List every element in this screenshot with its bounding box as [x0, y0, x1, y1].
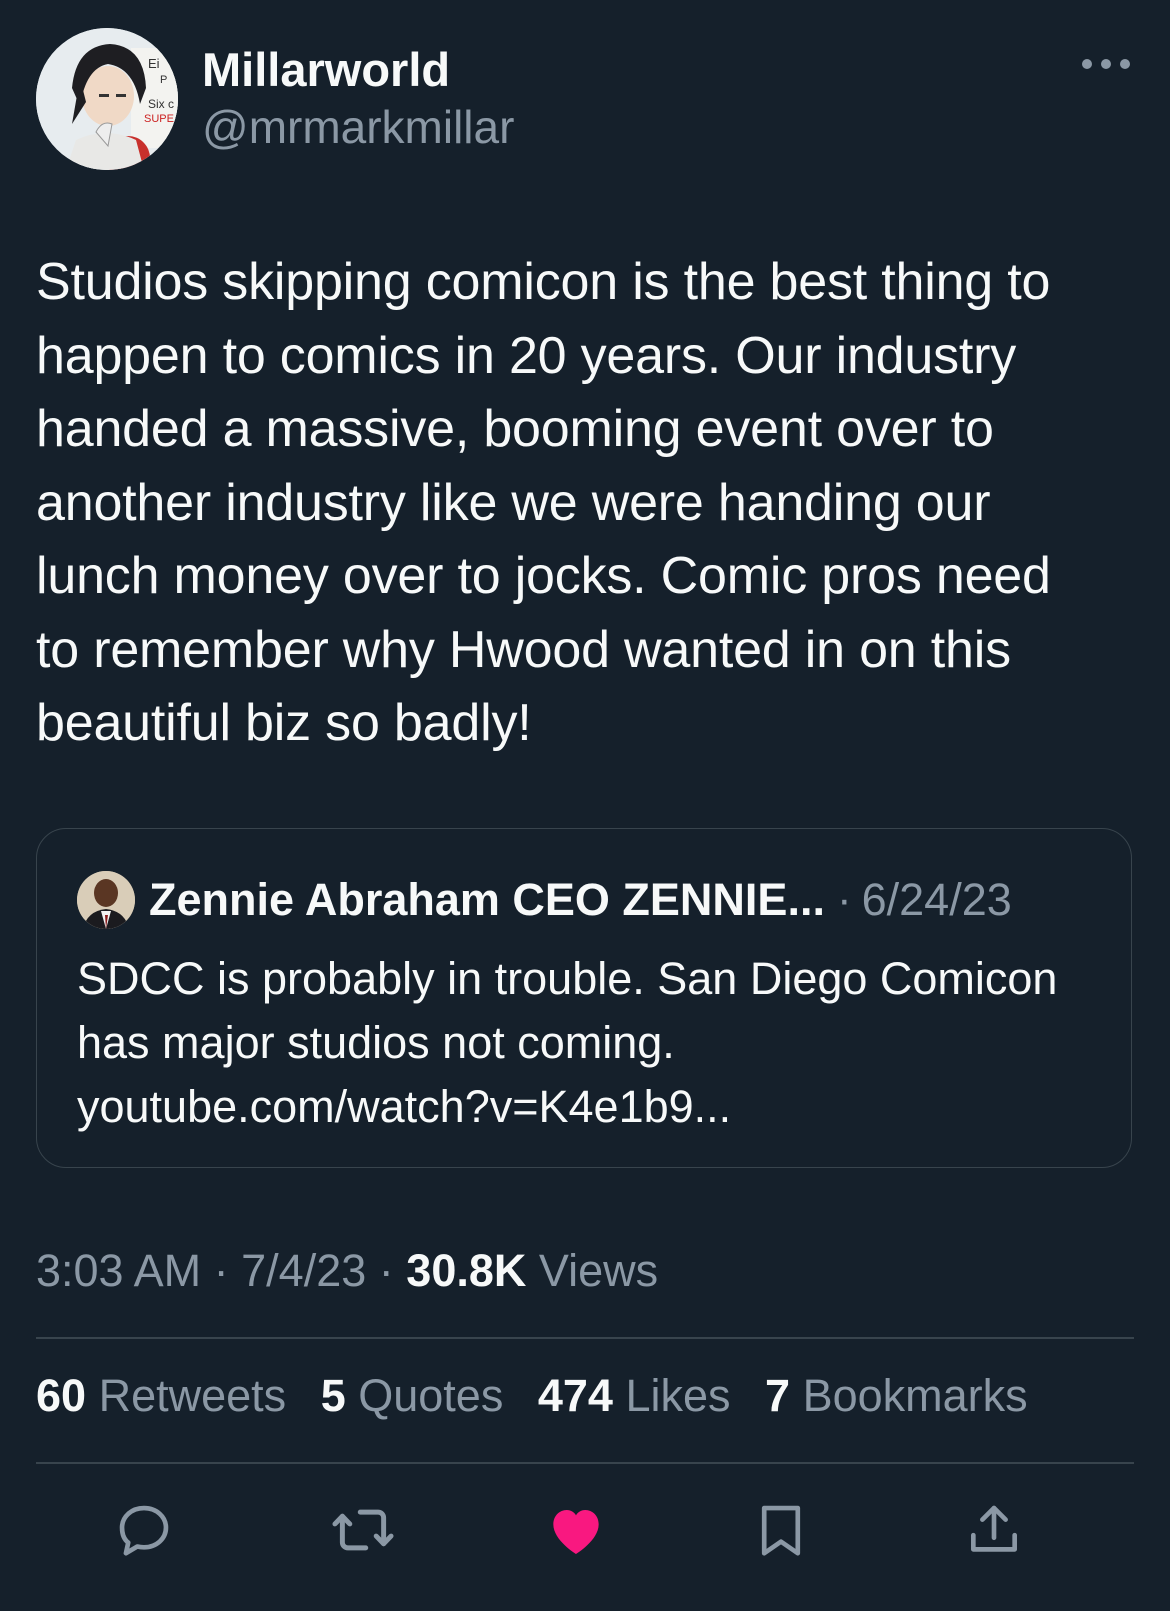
action-bar	[36, 1490, 1134, 1570]
retweet-icon[interactable]	[323, 1490, 403, 1570]
engagement-stats: 60 Retweets 5 Quotes 474 Likes 7 Bookmar…	[36, 1370, 1050, 1422]
separator-dot: ·	[378, 1245, 394, 1296]
quotes-count[interactable]: 5	[321, 1370, 346, 1421]
tweet-date: 7/4/23	[241, 1245, 367, 1296]
svg-text:SUPE: SUPE	[144, 113, 174, 125]
author-display-name[interactable]: Millarworld	[202, 42, 514, 98]
bookmark-icon[interactable]	[741, 1490, 821, 1570]
svg-text:Six c: Six c	[148, 97, 174, 111]
quoted-tweet[interactable]: Zennie Abraham CEO ZENNIE... · 6/24/23 S…	[36, 828, 1132, 1168]
bookmarks-count[interactable]: 7	[765, 1370, 790, 1421]
quoted-tweet-text: SDCC is probably in trouble. San Diego C…	[77, 953, 1058, 1132]
svg-text:P: P	[160, 74, 167, 86]
svg-text:Ei: Ei	[148, 56, 160, 71]
author-avatar[interactable]: Ei P Six c SUPE	[36, 28, 178, 170]
bookmarks-label[interactable]: Bookmarks	[803, 1370, 1028, 1421]
quoted-author-avatar[interactable]	[77, 871, 135, 929]
like-icon[interactable]	[536, 1490, 616, 1570]
views-count[interactable]: 30.8K	[406, 1245, 526, 1296]
retweets-count[interactable]: 60	[36, 1370, 86, 1421]
tweet-time: 3:03 AM	[36, 1245, 202, 1296]
quoted-tweet-header: Zennie Abraham CEO ZENNIE... · 6/24/23	[149, 871, 1012, 929]
divider	[36, 1462, 1134, 1464]
divider	[36, 1337, 1134, 1339]
separator-dot: ·	[836, 875, 852, 924]
separator-dot: ·	[213, 1245, 229, 1296]
quoted-tweet-date: 6/24/23	[861, 874, 1012, 925]
more-options-icon[interactable]	[1082, 52, 1130, 76]
reply-icon[interactable]	[104, 1490, 184, 1570]
tweet-meta: 3:03 AM · 7/4/23 · 30.8K Views	[36, 1245, 658, 1297]
tweet-header: Ei P Six c SUPE Millarworld @mrmarkmilla…	[36, 28, 1134, 170]
likes-label[interactable]: Likes	[625, 1370, 730, 1421]
tweet-text: Studios skipping comicon is the best thi…	[36, 253, 1051, 752]
views-label[interactable]: Views	[539, 1245, 658, 1296]
author-handle[interactable]: @mrmarkmillar	[202, 98, 514, 156]
share-icon[interactable]	[954, 1490, 1034, 1570]
retweets-label[interactable]: Retweets	[99, 1370, 287, 1421]
likes-count[interactable]: 474	[538, 1370, 613, 1421]
quotes-label[interactable]: Quotes	[358, 1370, 503, 1421]
quoted-author-name[interactable]: Zennie Abraham CEO ZENNIE...	[149, 874, 825, 926]
